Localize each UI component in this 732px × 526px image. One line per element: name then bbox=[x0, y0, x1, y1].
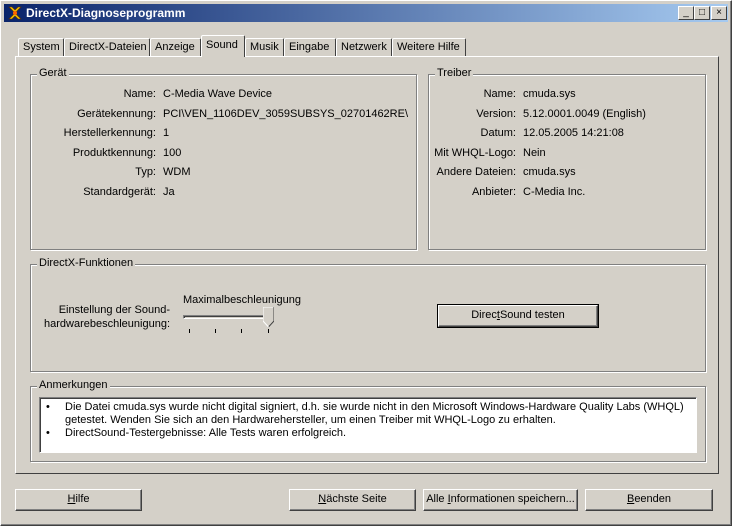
driver-label: Mit WHQL-Logo: bbox=[434, 146, 516, 159]
minimize-button[interactable]: _ bbox=[678, 6, 694, 20]
device-value: C-Media Wave Device bbox=[163, 88, 273, 100]
driver-label: Anbieter: bbox=[471, 185, 516, 198]
driver-value: cmuda.sys bbox=[523, 88, 576, 100]
slider-tick bbox=[189, 329, 190, 333]
slider-tick bbox=[241, 329, 242, 333]
driver-label: Andere Dateien: bbox=[436, 166, 517, 178]
directsound-test-button[interactable]: DirectSound testen bbox=[437, 304, 599, 328]
title-bar[interactable]: DirectX-Diagnoseprogramm _ □ × bbox=[4, 4, 728, 22]
device-label: Herstellerkennung: bbox=[63, 127, 156, 139]
bullet: • bbox=[46, 401, 50, 413]
notes-group: Anmerkungen • Die Datei cmuda.sys wurde n… bbox=[30, 379, 706, 462]
device-label: Name: bbox=[123, 88, 156, 100]
note-item: • DirectSound-Testergebnisse: Alle Tests … bbox=[44, 427, 692, 440]
device-value: PCI\VEN_1106DEV_3059SUBSYS_02701462RE\ bbox=[163, 107, 409, 120]
notes-box[interactable]: • Die Datei cmuda.sys wurde nicht digital… bbox=[39, 397, 697, 453]
tab-system[interactable]: System bbox=[18, 38, 64, 56]
device-value: WDM bbox=[163, 166, 191, 178]
accel-label-line2: hardwarebeschleunigung: bbox=[44, 318, 170, 330]
driver-value: cmuda.sys bbox=[523, 166, 576, 178]
tab-sound[interactable]: Sound bbox=[201, 35, 245, 57]
tab-directx-files[interactable]: DirectX-Dateien bbox=[64, 38, 150, 56]
slider-tick bbox=[268, 329, 269, 333]
minimize-icon: _ bbox=[683, 7, 689, 18]
window-title: DirectX-Diagnoseprogramm bbox=[26, 6, 186, 20]
accel-slider-track[interactable] bbox=[183, 315, 271, 319]
bullet: • bbox=[46, 427, 50, 439]
close-icon: × bbox=[716, 7, 722, 18]
driver-label: Version: bbox=[476, 107, 516, 120]
device-group-title: Gerät bbox=[37, 67, 69, 79]
device-value: Ja bbox=[163, 185, 175, 198]
driver-value: C-Media Inc. bbox=[523, 185, 586, 198]
exit-button[interactable]: Beenden bbox=[585, 489, 713, 511]
note-text-2: DirectSound-Testergebnisse: Alle Tests w… bbox=[65, 427, 347, 439]
save-all-info-button[interactable]: Alle Informationen speichern... bbox=[423, 489, 578, 511]
device-label: Gerätekennung: bbox=[77, 107, 156, 120]
maximize-button[interactable]: □ bbox=[694, 6, 710, 20]
help-button[interactable]: Hilfe bbox=[15, 489, 142, 511]
driver-group: Treiber Name: cmuda.sys Version: 5.12.0001.… bbox=[428, 67, 706, 250]
device-group: Gerät Name: C-Media Wave Device Gerätekenn… bbox=[30, 67, 417, 250]
driver-group-title: Treiber bbox=[435, 67, 474, 79]
notes-title: Anmerkungen bbox=[37, 379, 110, 391]
device-value: 100 bbox=[163, 146, 182, 159]
accel-value: Maximalbeschleunigung bbox=[183, 294, 302, 306]
device-label: Produktkennung: bbox=[72, 146, 156, 159]
device-label: Standardgerät: bbox=[83, 185, 156, 198]
slider-tick bbox=[215, 329, 216, 333]
tab-display[interactable]: Anzeige bbox=[150, 38, 201, 56]
device-value: 1 bbox=[163, 127, 170, 139]
tab-input[interactable]: Eingabe bbox=[284, 38, 336, 56]
driver-value: Nein bbox=[523, 146, 546, 159]
maximize-icon: □ bbox=[698, 7, 706, 18]
next-page-button[interactable]: Nächste Seite bbox=[289, 489, 416, 511]
note-item: • Die Datei cmuda.sys wurde nicht digital… bbox=[44, 401, 692, 427]
accel-slider-thumb[interactable] bbox=[263, 307, 274, 327]
directx-features-title: DirectX-Funktionen bbox=[37, 257, 136, 269]
driver-value: 12.05.2005 14:21:08 bbox=[523, 127, 624, 139]
driver-label: Name: bbox=[483, 88, 516, 100]
directx-icon bbox=[8, 6, 22, 20]
close-button[interactable]: × bbox=[711, 6, 727, 20]
note-text-1: Die Datei cmuda.sys wurde nicht digital … bbox=[65, 401, 684, 426]
tab-more-help[interactable]: Weitere Hilfe bbox=[392, 38, 466, 56]
device-label: Typ: bbox=[135, 166, 156, 178]
driver-label: Datum: bbox=[480, 127, 516, 139]
tab-network[interactable]: Netzwerk bbox=[336, 38, 392, 56]
sound-tab-panel: Gerät Name: C-Media Wave Device Gerätekenn… bbox=[15, 56, 719, 474]
accel-label-line1: Einstellung der Sound- bbox=[58, 304, 170, 316]
driver-value: 5.12.0001.0049 (English) bbox=[523, 107, 646, 120]
tab-music[interactable]: Musik bbox=[245, 38, 284, 56]
dxdiag-window: DirectX-Diagnoseprogramm _ □ × System Di… bbox=[0, 0, 732, 526]
